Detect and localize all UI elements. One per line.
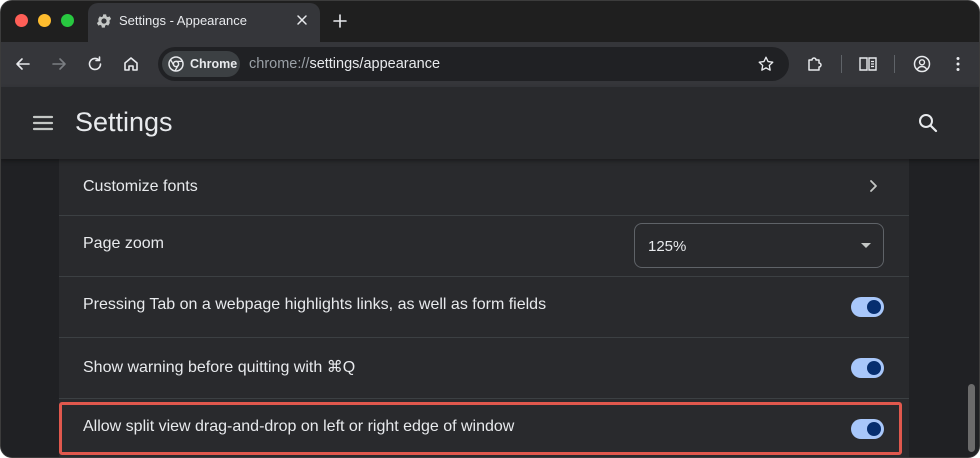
tab-strip: Settings - Appearance: [1, 1, 979, 42]
search-icon[interactable]: [917, 112, 939, 134]
toolbar-divider: [841, 55, 842, 73]
tab-title: Settings - Appearance: [119, 13, 247, 28]
quit-warning-toggle[interactable]: [851, 358, 884, 378]
gear-icon: [96, 14, 112, 28]
tab-settings-appearance[interactable]: Settings - Appearance: [88, 3, 320, 42]
appearance-card: Customize fonts Page zoom 125% Pressing …: [59, 159, 909, 457]
split-view-label: Allow split view drag-and-drop on left o…: [83, 418, 515, 435]
page-zoom-row: Page zoom 125%: [59, 215, 909, 276]
back-icon[interactable]: [13, 54, 33, 74]
split-view-toggle[interactable]: [851, 419, 884, 439]
quit-warning-row[interactable]: Show warning before quitting with ⌘Q: [59, 337, 909, 398]
toggle-knob: [867, 300, 881, 314]
chrome-logo-icon: [168, 56, 184, 72]
scrollbar-thumb[interactable]: [968, 384, 975, 452]
tab-highlight-label: Pressing Tab on a webpage highlights lin…: [83, 296, 547, 313]
site-info-chip[interactable]: Chrome: [162, 51, 240, 77]
close-window-button[interactable]: [15, 14, 28, 27]
page-title: Settings: [75, 107, 173, 137]
home-icon[interactable]: [121, 54, 141, 74]
toolbar-divider: [894, 55, 895, 73]
url-host: settings: [309, 56, 360, 72]
profile-icon[interactable]: [912, 54, 932, 74]
more-menu-icon[interactable]: [948, 54, 968, 74]
reading-mode-icon[interactable]: [858, 54, 878, 74]
new-tab-icon[interactable]: [331, 12, 349, 30]
zoom-window-button[interactable]: [61, 14, 74, 27]
quit-warning-label: Show warning before quitting with ⌘Q: [83, 359, 356, 376]
forward-icon[interactable]: [49, 54, 69, 74]
extensions-icon[interactable]: [805, 54, 825, 74]
address-bar[interactable]: Chrome chrome://settings/appearance: [158, 47, 789, 81]
site-chip-label: Chrome: [190, 57, 238, 71]
tab-highlight-toggle[interactable]: [851, 297, 884, 317]
toggle-knob: [867, 361, 881, 375]
browser-window: Settings - Appearance Chrome chrome://se…: [0, 0, 980, 458]
minimize-window-button[interactable]: [38, 14, 51, 27]
hamburger-menu-icon[interactable]: [32, 113, 54, 133]
page-zoom-label: Page zoom: [83, 235, 164, 252]
settings-header: Settings: [1, 87, 979, 159]
close-tab-icon[interactable]: [294, 12, 310, 28]
url-text[interactable]: chrome://settings/appearance: [249, 56, 440, 72]
browser-toolbar: Chrome chrome://settings/appearance: [1, 42, 979, 87]
reload-icon[interactable]: [85, 54, 105, 74]
chevron-right-icon: [870, 180, 877, 192]
toggle-knob: [867, 422, 881, 436]
bookmark-star-icon[interactable]: [757, 55, 775, 73]
page-zoom-value: 125%: [648, 238, 687, 255]
settings-content: Customize fonts Page zoom 125% Pressing …: [1, 159, 979, 457]
url-path: /appearance: [359, 56, 441, 72]
dropdown-arrow-icon: [861, 243, 871, 248]
customize-fonts-row[interactable]: Customize fonts: [59, 159, 909, 220]
url-scheme: chrome://: [249, 56, 310, 72]
split-view-row[interactable]: Allow split view drag-and-drop on left o…: [59, 398, 909, 457]
customize-fonts-label: Customize fonts: [83, 178, 198, 195]
page-zoom-select[interactable]: 125%: [634, 223, 884, 268]
tab-highlight-row[interactable]: Pressing Tab on a webpage highlights lin…: [59, 276, 909, 337]
